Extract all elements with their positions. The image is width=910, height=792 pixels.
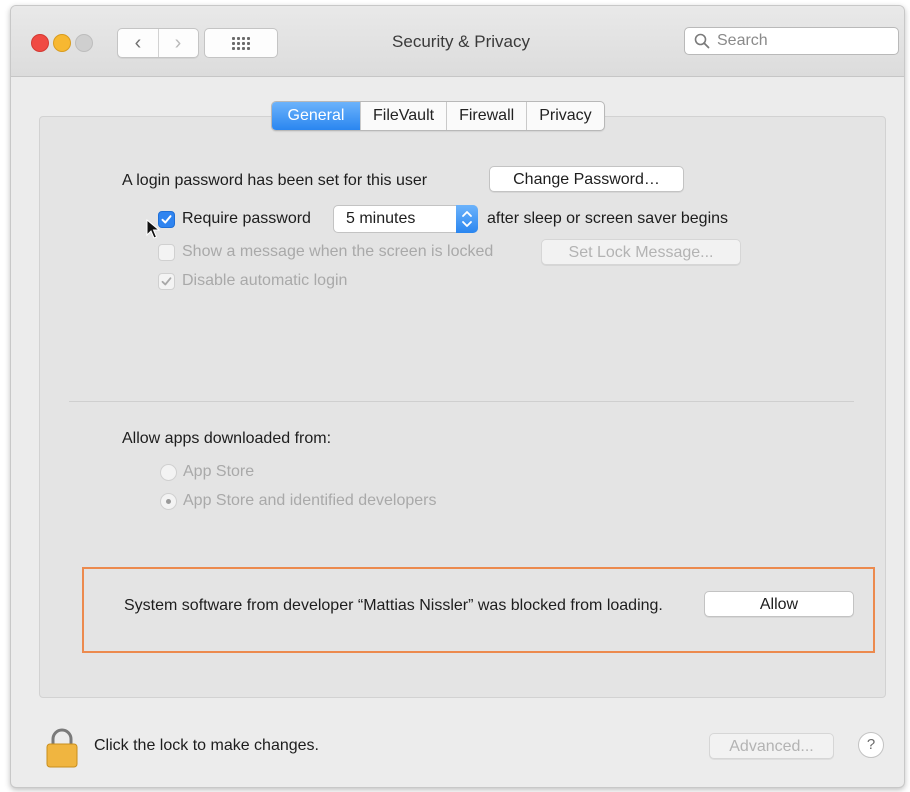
- show-message-checkbox[interactable]: [158, 244, 175, 261]
- radio-app-store-identified-label: App Store and identified developers: [183, 492, 437, 509]
- search-icon: [694, 33, 710, 49]
- require-password-suffix: after sleep or screen saver begins: [487, 210, 729, 227]
- require-password-checkbox[interactable]: [158, 211, 175, 228]
- preferences-window: ‹ › Security & Privacy General FileVault: [10, 5, 905, 788]
- tab-firewall[interactable]: Firewall: [446, 102, 526, 130]
- tab-bar: General FileVault Firewall Privacy: [271, 101, 605, 131]
- navigation-buttons: ‹ ›: [117, 28, 199, 58]
- require-password-delay-value: 5 minutes: [346, 210, 416, 227]
- checkmark-icon: [161, 277, 172, 286]
- lock-icon[interactable]: [44, 727, 80, 769]
- require-password-label: Require password: [182, 210, 311, 227]
- set-lock-message-button[interactable]: Set Lock Message...: [541, 239, 741, 265]
- allow-apps-heading: Allow apps downloaded from:: [122, 430, 332, 447]
- require-password-delay-select[interactable]: 5 minutes: [333, 205, 478, 233]
- window-title: Security & Privacy: [392, 32, 530, 51]
- allow-button[interactable]: Allow: [704, 591, 854, 617]
- forward-button[interactable]: ›: [158, 29, 198, 57]
- mouse-pointer-icon: [146, 219, 160, 239]
- tab-general[interactable]: General: [272, 102, 360, 130]
- back-button[interactable]: ‹: [118, 29, 159, 57]
- radio-app-store[interactable]: [160, 464, 177, 481]
- change-password-button[interactable]: Change Password…: [489, 166, 684, 192]
- show-message-label: Show a message when the screen is locked: [182, 243, 494, 260]
- disable-auto-login-label: Disable automatic login: [182, 272, 348, 289]
- blocked-software-message: System software from developer “Mattias …: [124, 597, 663, 614]
- stepper-arrows-icon: [456, 205, 478, 233]
- search-field[interactable]: [684, 27, 899, 55]
- grid-icon: [232, 36, 250, 50]
- chevron-right-icon: ›: [174, 31, 182, 54]
- close-window-button[interactable]: [31, 34, 49, 52]
- search-input[interactable]: [715, 31, 889, 51]
- section-divider: [69, 401, 854, 402]
- blocked-software-notice: System software from developer “Mattias …: [82, 567, 875, 653]
- help-button[interactable]: ?: [858, 732, 884, 758]
- login-password-text: A login password has been set for this u…: [122, 172, 428, 189]
- advanced-button[interactable]: Advanced...: [709, 733, 834, 759]
- disable-auto-login-checkbox[interactable]: [158, 273, 175, 290]
- minimize-window-button[interactable]: [53, 34, 71, 52]
- show-all-button[interactable]: [204, 28, 278, 58]
- tab-filevault[interactable]: FileVault: [360, 102, 446, 130]
- title-bar: ‹ › Security & Privacy: [11, 6, 904, 77]
- radio-app-store-label: App Store: [183, 463, 255, 480]
- lock-message: Click the lock to make changes.: [94, 737, 319, 754]
- checkmark-icon: [161, 215, 172, 224]
- chevron-left-icon: ‹: [134, 31, 142, 54]
- zoom-window-button[interactable]: [75, 34, 93, 52]
- tab-privacy[interactable]: Privacy: [526, 102, 603, 130]
- radio-app-store-identified[interactable]: [160, 493, 177, 510]
